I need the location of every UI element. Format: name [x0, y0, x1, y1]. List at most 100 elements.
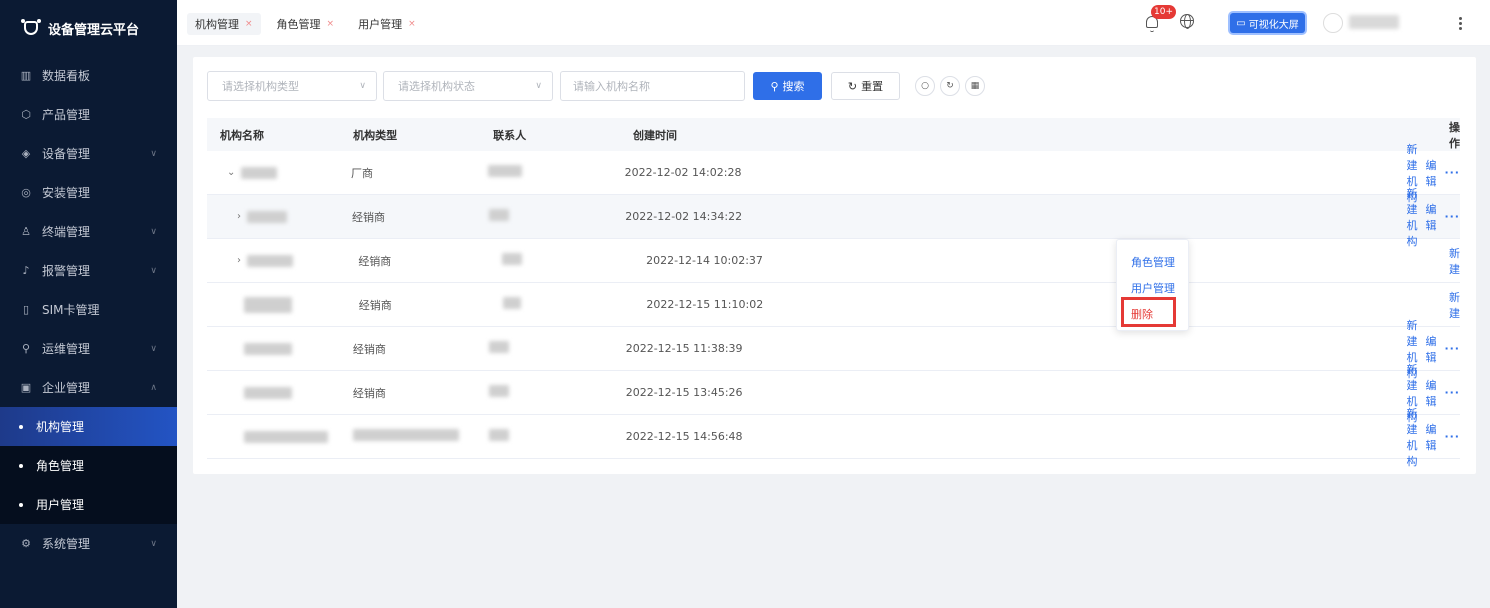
more-icon[interactable]: ···: [1444, 166, 1460, 179]
sidebar-item-enterprise[interactable]: ▣ 企业管理 ∧: [0, 368, 177, 407]
sidebar-item-dashboard[interactable]: ▥ 数据看板: [0, 56, 177, 95]
sidebar-subitem-users[interactable]: 用户管理: [0, 485, 177, 524]
main-panel: 请选择机构类型 ∨ 请选择机构状态 ∨ 请输入机构名称 ⚲ 搜索 ↻ 重置 ○ …: [193, 57, 1476, 474]
sidebar-item-label: 数据看板: [42, 69, 91, 83]
compass-icon: ◎: [21, 186, 31, 199]
org-name-redacted: [244, 296, 292, 313]
new-org-link[interactable]: 新建机构: [1406, 405, 1417, 469]
close-icon[interactable]: ×: [245, 19, 253, 29]
sidebar-item-label: 产品管理: [42, 108, 91, 122]
columns-button[interactable]: ▦: [965, 76, 985, 96]
contact-redacted: [487, 165, 522, 177]
sidebar-item-install[interactable]: ◎ 安装管理: [0, 173, 177, 212]
tab-label: 用户管理: [358, 18, 403, 31]
avatar[interactable]: [1323, 13, 1343, 33]
org-status-select[interactable]: 请选择机构状态 ∨: [383, 71, 553, 101]
cell-name: ›: [207, 254, 344, 267]
cell-contact: [469, 209, 607, 224]
user-icon: ♙: [21, 225, 31, 238]
org-name-input[interactable]: 请输入机构名称: [560, 71, 745, 101]
chevron-down-icon: ∨: [535, 81, 542, 91]
reset-button-label: 重置: [861, 80, 884, 93]
globe-icon[interactable]: [1180, 14, 1194, 29]
notification-badge: 10+: [1151, 5, 1176, 19]
org-name-redacted: [244, 430, 328, 443]
cell-name: ›: [207, 210, 338, 223]
more-icon[interactable]: ···: [1444, 386, 1460, 399]
header-type: 机构类型: [353, 128, 398, 142]
more-vertical-icon[interactable]: [1455, 13, 1465, 33]
sidebar-item-label: 系统管理: [42, 537, 91, 551]
sidebar-item-label: SIM卡管理: [42, 303, 100, 317]
tab-user-management[interactable]: 用户管理 ×: [350, 13, 424, 35]
sidebar-subitem-org[interactable]: 机构管理: [0, 407, 177, 446]
new-org-link[interactable]: 新建机构: [1406, 185, 1417, 249]
search-toggle-button[interactable]: ○: [915, 76, 935, 96]
filter-bar: 请选择机构类型 ∨ 请选择机构状态 ∨ 请输入机构名称 ⚲ 搜索 ↻ 重置 ○ …: [207, 71, 985, 101]
bar-chart-icon: ▥: [20, 69, 32, 82]
cell-name: ⌄: [207, 166, 337, 179]
search-button[interactable]: ⚲ 搜索: [753, 72, 822, 100]
notification-button[interactable]: 10+: [1141, 5, 1176, 38]
close-icon[interactable]: ×: [327, 19, 335, 29]
more-icon[interactable]: ···: [1444, 210, 1460, 223]
sidebar-item-label: 报警管理: [42, 264, 91, 278]
chevron-down-icon[interactable]: ⌄: [227, 167, 235, 178]
chevron-down-icon: ∨: [359, 81, 366, 91]
edit-link[interactable]: 编辑: [1425, 421, 1436, 453]
tab-org-management[interactable]: 机构管理 ×: [187, 13, 261, 35]
cell-contact: [482, 253, 628, 268]
sidebar-item-alarms[interactable]: ♪ 报警管理 ∨: [0, 251, 177, 290]
sidebar-item-sim[interactable]: ▯ SIM卡管理: [0, 290, 177, 329]
cell-created: 2022-12-15 14:56:48: [625, 430, 743, 443]
chevron-right-icon[interactable]: ›: [237, 211, 241, 222]
sidebar-subitem-roles[interactable]: 角色管理: [0, 446, 177, 485]
cell-type: 经销商: [352, 386, 386, 400]
org-name-redacted: [244, 342, 292, 355]
chevron-up-icon: ∧: [150, 382, 157, 393]
bigscreen-button[interactable]: ▭ 可视化大屏: [1230, 13, 1305, 33]
cell-name: [207, 296, 345, 313]
reset-button[interactable]: ↻ 重置: [831, 72, 900, 100]
header-name: 机构名称: [220, 128, 264, 142]
cell-created: 2022-12-15 11:10:02: [646, 298, 764, 311]
org-name-redacted: [244, 386, 292, 399]
cell-created: 2022-12-02 14:02:28: [624, 166, 742, 179]
sidebar-item-system[interactable]: ⚙ 系统管理 ∨: [0, 524, 177, 563]
cell-ops: 新建: [1018, 245, 1460, 277]
settings-icon: ⚙: [21, 537, 31, 550]
sidebar-item-label: 安装管理: [42, 186, 91, 200]
app-title: 设备管理云平台: [48, 22, 140, 38]
cell-type: 经销商: [358, 254, 392, 268]
sidebar-menu-bottom: ⚙ 系统管理 ∨: [0, 524, 177, 563]
org-type-select[interactable]: 请选择机构类型 ∨: [207, 71, 377, 101]
more-icon[interactable]: ···: [1444, 342, 1460, 355]
sidebar-item-terminals[interactable]: ♙ 终端管理 ∨: [0, 212, 177, 251]
more-icon[interactable]: ···: [1444, 430, 1460, 443]
cell-type: 经销商: [358, 298, 392, 312]
sidebar-item-label: 设备管理: [42, 147, 91, 161]
sim-icon: ▯: [22, 303, 30, 316]
header-contact: 联系人: [493, 128, 527, 142]
contact-redacted: [489, 385, 510, 397]
dropdown-role-management[interactable]: 角色管理: [1117, 249, 1188, 275]
refresh-icon: ↻: [847, 79, 858, 93]
cell-contact: [483, 297, 629, 312]
chevron-down-icon: ∨: [150, 148, 157, 159]
new-org-link[interactable]: 新建: [1449, 245, 1460, 277]
edit-link[interactable]: 编辑: [1425, 201, 1436, 233]
cell-created: 2022-12-15 11:38:39: [625, 342, 743, 355]
sidebar-item-devices[interactable]: ◈ 设备管理 ∨: [0, 134, 177, 173]
org-name-redacted: [247, 210, 287, 223]
chevron-right-icon[interactable]: ›: [237, 255, 241, 266]
sidebar-item-products[interactable]: ⬡ 产品管理: [0, 95, 177, 134]
tab-role-management[interactable]: 角色管理 ×: [269, 13, 343, 35]
sidebar-item-ops[interactable]: ⚲ 运维管理 ∨: [0, 329, 177, 368]
contact-redacted: [502, 253, 523, 265]
cell-contact: [468, 165, 607, 180]
contact-redacted: [502, 297, 521, 309]
app-logo[interactable]: 设备管理云平台: [0, 0, 177, 56]
refresh-button[interactable]: ↻: [940, 76, 960, 96]
username[interactable]: [1349, 15, 1399, 29]
close-icon[interactable]: ×: [408, 19, 416, 29]
